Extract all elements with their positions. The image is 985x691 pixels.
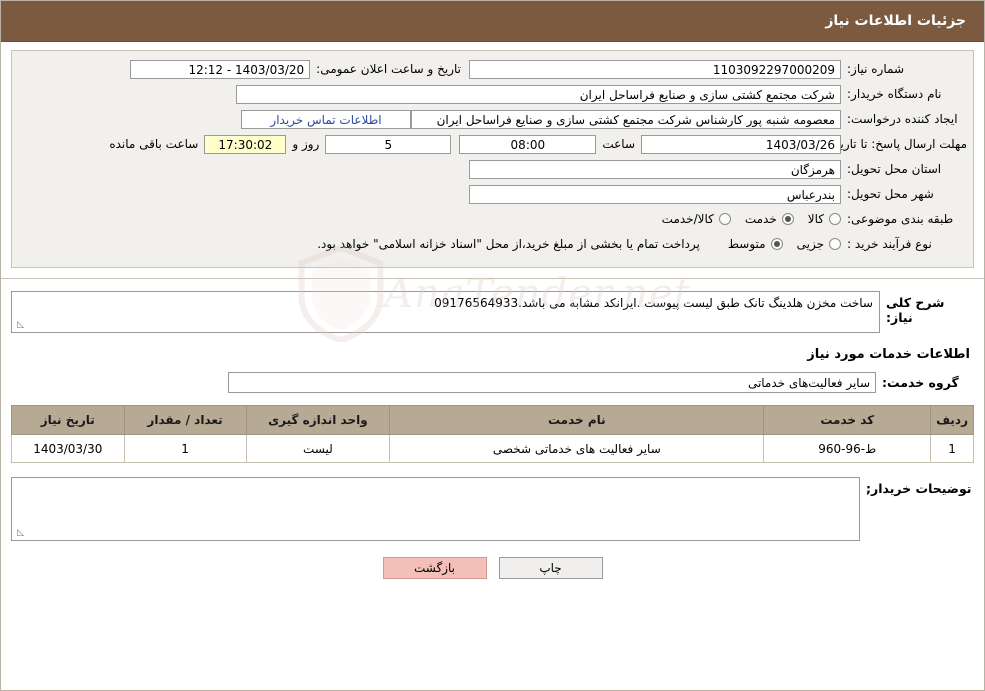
- row-buyer-org: نام دستگاه خریدار: شرکت مجتمع کشتی سازی …: [18, 84, 967, 104]
- page-header: جزئیات اطلاعات نیاز: [1, 1, 984, 42]
- process-option-jozei[interactable]: جزیی: [797, 237, 841, 251]
- buyer-notes-value[interactable]: ◺: [11, 477, 860, 541]
- section-divider: [1, 278, 984, 279]
- service-group-value: سایر فعالیت‌های خدماتی: [228, 372, 876, 393]
- th-qty: تعداد / مقدار: [123, 405, 247, 435]
- radio-icon[interactable]: [829, 213, 841, 225]
- radio-icon[interactable]: [770, 238, 783, 250]
- th-code: کد خدمت: [763, 405, 932, 435]
- need-number-label: شماره نیاز:: [847, 62, 904, 76]
- deadline-date-value: 1403/03/26: [641, 134, 841, 154]
- creator-label: ایجاد کننده درخواست:: [847, 112, 958, 126]
- service-group-label: گروه خدمت:: [882, 375, 959, 390]
- print-button[interactable]: چاپ: [498, 557, 603, 579]
- category-option-label: خدمت: [744, 212, 777, 226]
- radio-icon[interactable]: [829, 238, 841, 250]
- th-unit: واحد اندازه گیری: [245, 405, 391, 435]
- need-description-label: شرح کلی نیاز:: [886, 295, 945, 325]
- buyer-notes-label: توضیحات خریدار;: [866, 481, 972, 496]
- cell-date: 1403/03/30: [11, 434, 125, 463]
- th-date: تاریخ نیاز: [11, 405, 125, 435]
- need-description-row: شرح کلی نیاز: ساخت مخزن هلدینگ تانک طبق …: [11, 291, 974, 333]
- process-option-label: متوسط: [727, 237, 766, 251]
- need-description-section: شرح کلی نیاز: ساخت مخزن هلدینگ تانک طبق …: [1, 291, 984, 579]
- table-header-row: ردیف کد خدمت نام خدمت واحد اندازه گیری ت…: [11, 405, 974, 435]
- remaining-days-value: 5: [325, 134, 452, 154]
- row-province: استان محل تحویل: هرمزگان: [18, 159, 967, 179]
- th-name: نام خدمت: [389, 405, 765, 435]
- category-option-label: کالا/خدمت: [661, 212, 714, 226]
- row-deadline: مهلت ارسال پاسخ: تا تاریخ: 1403/03/26 سا…: [18, 134, 967, 154]
- hour-label: ساعت: [602, 137, 635, 151]
- services-section-title: اطلاعات خدمات مورد نیاز: [807, 347, 970, 362]
- row-creator: ایجاد کننده درخواست: معصومه شنبه پور کار…: [18, 109, 967, 129]
- announce-datetime-value: 1403/03/20 - 12:12: [130, 59, 311, 79]
- cell-name: سایر فعالیت های خدماتی شخصی: [389, 434, 765, 463]
- category-option-khedmat[interactable]: خدمت: [745, 212, 794, 226]
- need-number-value: 1103092297000209: [469, 59, 841, 79]
- th-radif: ردیف: [930, 405, 974, 435]
- page-root: جزئیات اطلاعات نیاز AnaTender.net شماره …: [0, 0, 985, 691]
- row-need-number: شماره نیاز: 1103092297000209 تاریخ و ساع…: [18, 59, 967, 79]
- category-label: طبقه بندی موضوعی:: [847, 212, 954, 226]
- process-option-label: جزیی: [796, 237, 824, 251]
- back-button[interactable]: بازگشت: [382, 557, 487, 579]
- city-label: شهر محل تحویل:: [847, 187, 934, 201]
- category-option-kala-khedmat[interactable]: کالا/خدمت: [662, 212, 731, 226]
- cell-code: ط-96-960: [763, 434, 932, 463]
- announce-datetime-label: تاریخ و ساعت اعلان عمومی:: [316, 62, 461, 76]
- cell-unit: لیست: [245, 434, 391, 463]
- province-label: استان محل تحویل:: [847, 162, 942, 176]
- remaining-label: ساعت باقی مانده: [109, 137, 199, 151]
- category-option-kala[interactable]: کالا: [808, 212, 841, 226]
- cell-radif: 1: [930, 434, 974, 463]
- deadline-label: مهلت ارسال پاسخ: تا تاریخ:: [828, 137, 967, 151]
- buyer-org-label: نام دستگاه خریدار:: [847, 87, 942, 101]
- days-label: روز و: [292, 137, 320, 151]
- process-note: پرداخت تمام یا بخشی از مبلغ خرید،از محل …: [317, 237, 700, 251]
- resize-grip-icon[interactable]: ◺: [14, 321, 24, 331]
- cell-qty: 1: [123, 434, 247, 463]
- deadline-hour-value: 08:00: [459, 134, 597, 154]
- need-details-panel: شماره نیاز: 1103092297000209 تاریخ و ساع…: [11, 50, 974, 268]
- buyer-notes-row: توضیحات خریدار; ◺: [11, 477, 974, 541]
- page-title: جزئیات اطلاعات نیاز: [825, 13, 966, 29]
- buyer-contact-link[interactable]: اطلاعات تماس خریدار: [241, 109, 411, 129]
- need-description-text: ساخت مخزن هلدینگ تانک طبق لیست پیوست .ای…: [434, 296, 873, 310]
- process-option-motevaset[interactable]: متوسط: [728, 237, 783, 251]
- action-buttons: چاپ بازگشت: [11, 557, 974, 579]
- need-description-value: ساخت مخزن هلدینگ تانک طبق لیست پیوست .ای…: [11, 291, 880, 333]
- row-city: شهر محل تحویل: بندرعباس: [18, 184, 967, 204]
- radio-icon[interactable]: [781, 213, 794, 225]
- row-process: نوع فرآیند خرید : جزیی متوسط پرداخت تمام…: [18, 234, 967, 254]
- service-group-row: گروه خدمت: سایر فعالیت‌های خدماتی: [11, 372, 974, 393]
- city-value: بندرعباس: [469, 184, 841, 204]
- table-row: 1 ط-96-960 سایر فعالیت های خدماتی شخصی ل…: [11, 434, 974, 463]
- services-table: ردیف کد خدمت نام خدمت واحد اندازه گیری ت…: [11, 405, 974, 463]
- countdown-timer: 17:30:02: [204, 134, 287, 154]
- resize-grip-icon[interactable]: ◺: [14, 529, 24, 539]
- row-category: طبقه بندی موضوعی: کالا خدمت کالا/خدمت: [18, 209, 967, 229]
- category-option-label: کالا: [807, 212, 824, 226]
- creator-value: معصومه شنبه پور کارشناس شرکت مجتمع کشتی …: [411, 109, 841, 129]
- radio-icon[interactable]: [718, 213, 731, 225]
- buyer-org-value: شرکت مجتمع کشتی سازی و صنایع فراساحل ایر…: [236, 84, 841, 104]
- process-label: نوع فرآیند خرید :: [847, 237, 932, 251]
- province-value: هرمزگان: [469, 159, 841, 179]
